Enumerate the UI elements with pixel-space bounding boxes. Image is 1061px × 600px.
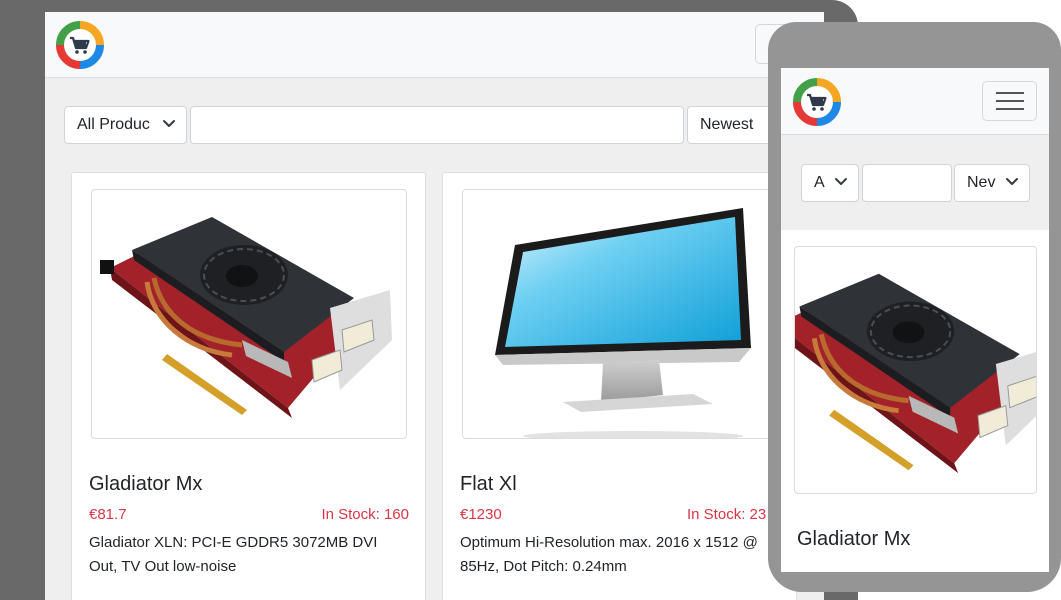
category-select-value: A xyxy=(814,174,825,191)
hamburger-menu-icon xyxy=(996,91,1024,111)
tablet-device-frame: All Produc Newest Gladiator Mx €81.7 In … xyxy=(0,0,858,600)
shopping-cart-logo-icon[interactable] xyxy=(791,76,843,128)
product-card[interactable]: Flat Xl €1230 In Stock: 23 Optimum Hi-Re… xyxy=(442,172,797,600)
phone-screen: A Nev Gladiator Mx xyxy=(781,68,1049,572)
category-select[interactable]: All Produc xyxy=(64,106,187,144)
product-title[interactable]: Gladiator Mx xyxy=(797,528,910,551)
navbar xyxy=(45,12,824,78)
category-select[interactable]: A xyxy=(801,164,859,202)
graphics-card-image xyxy=(92,190,407,439)
product-description: Optimum Hi-Resolution max. 2016 x 1512 @… xyxy=(460,531,790,579)
stock-status: In Stock: 23 xyxy=(687,506,767,523)
shopping-cart-logo-icon[interactable] xyxy=(54,19,106,71)
product-description: Gladiator XLN: PCI-E GDDR5 3072MB DVI Ou… xyxy=(89,534,378,575)
stock-status: In Stock: 160 xyxy=(321,506,409,523)
product-title[interactable]: Gladiator Mx xyxy=(89,473,202,496)
tablet-screen: All Produc Newest Gladiator Mx €81.7 In … xyxy=(45,12,824,600)
graphics-card-image xyxy=(795,247,1037,494)
sort-select[interactable]: Nev xyxy=(954,164,1030,202)
product-price: €1230 xyxy=(460,506,502,523)
chevron-down-icon xyxy=(1005,177,1019,187)
sort-select-value: Newest xyxy=(700,116,754,133)
monitor-image xyxy=(463,190,792,439)
chevron-down-icon xyxy=(834,177,848,187)
product-description-line: Optimum Hi-Resolution max. 2016 x 1512 @ xyxy=(460,534,758,551)
product-card[interactable]: Gladiator Mx €81.7 In Stock: 160 Gladiat… xyxy=(71,172,426,600)
mobile-navbar xyxy=(781,68,1049,135)
product-title[interactable]: Flat Xl xyxy=(460,473,517,496)
product-image[interactable] xyxy=(462,189,792,439)
search-input[interactable] xyxy=(190,106,684,144)
product-description-line: 85Hz, Dot Pitch: 0.24mm xyxy=(460,558,627,575)
sort-select-value: Nev xyxy=(967,174,996,191)
chevron-down-icon xyxy=(162,119,176,129)
product-price: €81.7 xyxy=(89,506,127,523)
product-card[interactable] xyxy=(794,246,1037,506)
product-image[interactable] xyxy=(91,189,407,439)
phone-device-frame: A Nev Gladiator Mx xyxy=(768,22,1061,592)
product-image[interactable] xyxy=(794,246,1037,494)
category-select-value: All Produc xyxy=(77,116,150,133)
hamburger-menu-button[interactable] xyxy=(982,81,1037,121)
mobile-filter-bar: A Nev xyxy=(781,135,1049,230)
search-input[interactable] xyxy=(862,164,952,202)
